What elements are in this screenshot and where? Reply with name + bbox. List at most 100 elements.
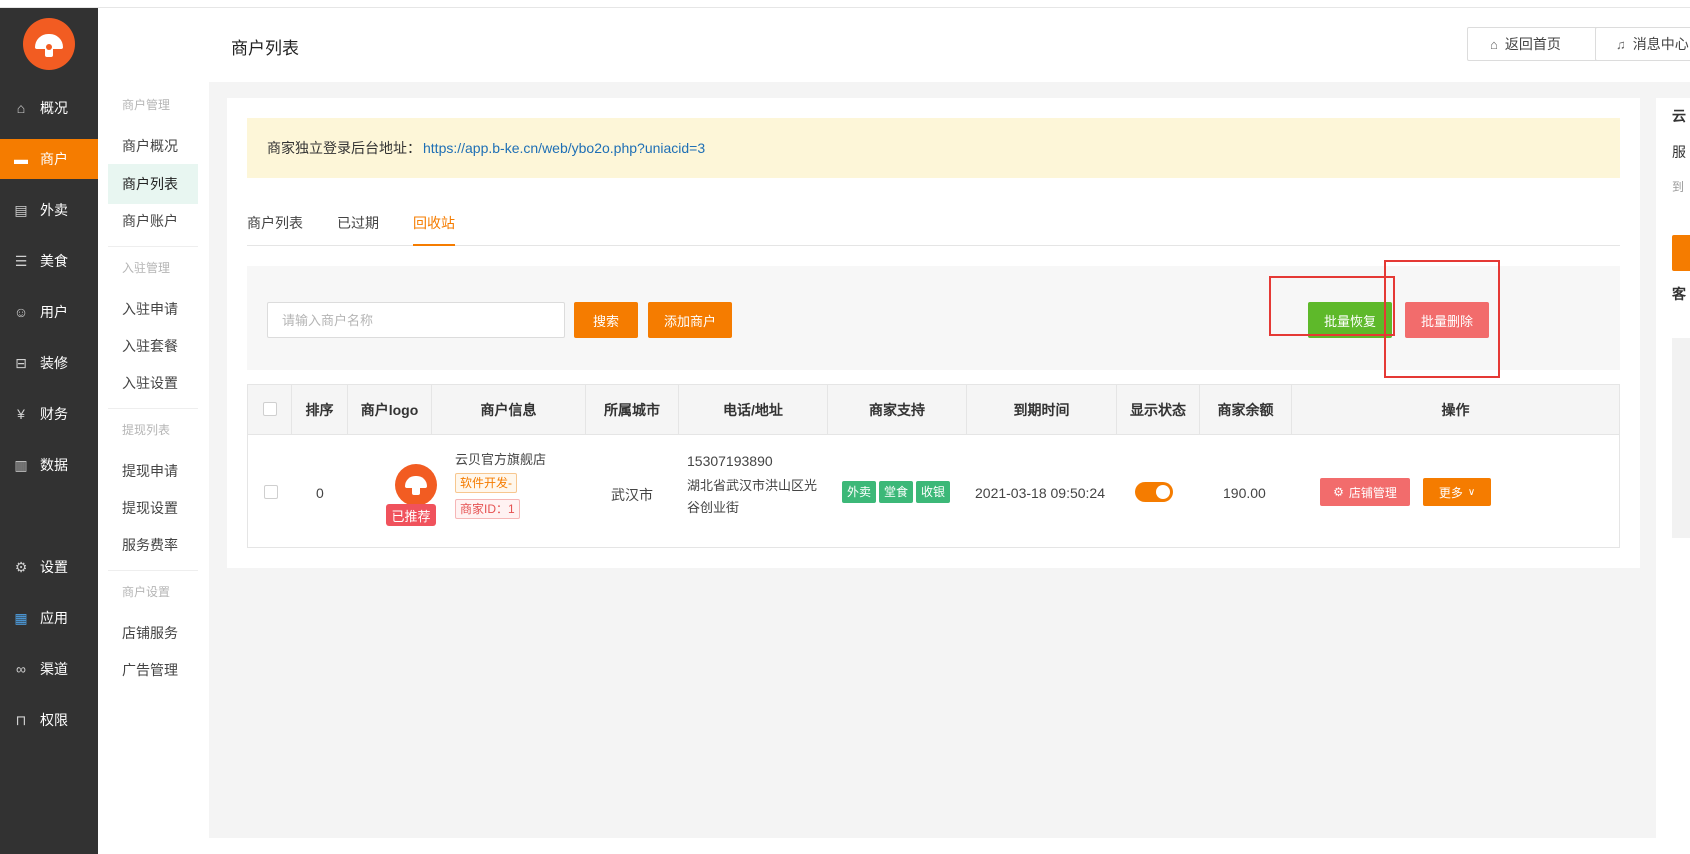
sidebar-item-label: 财务: [40, 406, 68, 422]
display-status-toggle[interactable]: [1135, 482, 1173, 502]
sidebar-item-merchant[interactable]: ▬ 商户: [0, 139, 98, 179]
header-checkbox-cell: [248, 385, 292, 435]
search-button[interactable]: 搜索: [574, 302, 638, 338]
home-icon: ⌂: [16, 100, 26, 116]
column-header-contact: 电话/地址: [679, 385, 828, 435]
sidebar-item-label: 应用: [40, 610, 68, 626]
sidebar-item-data[interactable]: ▥ 数据: [0, 445, 98, 485]
sidebar-item-finance[interactable]: ¥ 财务: [0, 394, 98, 434]
store-manage-button[interactable]: ⚙ 店铺管理: [1320, 478, 1410, 506]
subnav-item-merchant-account[interactable]: 商户账户: [108, 201, 198, 241]
sidebar-item-takeout[interactable]: ▤ 外卖: [0, 190, 98, 230]
more-dropdown-button[interactable]: 更多 ∨: [1423, 478, 1491, 506]
tab-expired[interactable]: 已过期: [337, 208, 379, 246]
subnav-item-package[interactable]: 入驻套餐: [108, 326, 198, 366]
row-sort: 0: [316, 485, 324, 501]
column-header-info: 商户信息: [432, 385, 586, 435]
highlight-box-delete: [1384, 260, 1500, 378]
sidebar-item-label: 外卖: [40, 202, 68, 218]
sidebar-item-overview[interactable]: ⌂ 概况: [0, 88, 98, 128]
subnav-item-store-service[interactable]: 店铺服务: [108, 613, 198, 653]
row-checkbox[interactable]: [264, 485, 278, 499]
right-panel-block: [1672, 338, 1690, 538]
merchant-address-line: 湖北省武汉市洪山区光: [687, 478, 818, 493]
message-center-button[interactable]: ♫ 消息中心: [1595, 27, 1690, 61]
tab-bar: 商户列表 已过期 回收站: [247, 208, 1620, 246]
column-header-city: 所属城市: [586, 385, 679, 435]
subnav-group-title: 提现列表: [122, 423, 171, 437]
filter-toolbar: 搜索 添加商户 批量恢复 批量删除: [247, 260, 1620, 378]
merchant-balance: 190.00: [1223, 485, 1266, 501]
chart-icon: ▥: [14, 456, 28, 473]
column-header-status: 显示状态: [1117, 385, 1200, 435]
subnav-item-overview[interactable]: 商户概况: [108, 126, 198, 166]
right-info-panel: 云 服 到 客: [1656, 98, 1690, 838]
sidebar-item-label: 渠道: [40, 661, 68, 677]
select-all-checkbox[interactable]: [263, 402, 277, 416]
sidebar-item-label: 概况: [40, 100, 68, 116]
sidebar-item-label: 设置: [40, 559, 68, 575]
column-header-sort[interactable]: 排序: [292, 385, 348, 435]
right-panel-button[interactable]: [1672, 235, 1690, 271]
subnav-divider: [108, 408, 198, 409]
sidebar-item-label: 权限: [40, 712, 68, 728]
sidebar-item-apps[interactable]: ▦ 应用: [0, 598, 98, 638]
support-tag-takeout: 外卖: [842, 481, 876, 503]
merchant-search-input[interactable]: [267, 302, 565, 338]
app-logo-icon[interactable]: [23, 18, 75, 70]
merchant-table: 排序 商户logo 商户信息 所属城市 电话/地址 商家支持 到期时间 显示状态…: [247, 384, 1620, 548]
sidebar-item-label: 装修: [40, 355, 68, 371]
login-url-notice: 商家独立登录后台地址： https://app.b-ke.cn/web/ybo2…: [247, 118, 1620, 178]
sidebar-item-label: 美食: [40, 253, 68, 269]
more-label: 更多: [1438, 485, 1463, 500]
sidebar-item-label: 用户: [40, 304, 68, 320]
tab-merchant-list[interactable]: 商户列表: [247, 208, 303, 246]
subnav-item-apply-settings[interactable]: 入驻设置: [108, 363, 198, 403]
lock-icon: ⊓: [15, 711, 27, 728]
merchant-phone: 15307193890: [687, 453, 773, 469]
page-title: 商户列表: [231, 39, 299, 58]
add-merchant-button[interactable]: 添加商户: [648, 302, 732, 338]
subnav-item-merchant-list[interactable]: 商户列表: [108, 164, 198, 204]
document-icon: ▤: [14, 201, 28, 218]
page-footer: [209, 838, 1690, 854]
merchant-name: 云贝官方旗舰店: [455, 452, 547, 467]
menu-icon: ☰: [14, 252, 28, 269]
merchant-address-line: 谷创业街: [687, 500, 740, 515]
sub-sidebar: 商户管理 商户概况 商户列表 商户账户 入驻管理 入驻申请 入驻套餐 入驻设置 …: [98, 8, 209, 854]
notice-label: 商家独立登录后台地址：: [267, 140, 421, 156]
recommended-badge: 已推荐: [386, 504, 436, 526]
sidebar-item-label: 商户: [40, 151, 68, 167]
column-header-actions: 操作: [1441, 402, 1470, 418]
right-panel-text: 服: [1672, 144, 1686, 160]
sidebar-item-decorate[interactable]: ⊟ 装修: [0, 343, 98, 383]
message-center-label: 消息中心: [1632, 36, 1689, 52]
notice-link[interactable]: https://app.b-ke.cn/web/ybo2o.php?uniaci…: [423, 140, 705, 156]
sidebar-item-food[interactable]: ☰ 美食: [0, 241, 98, 281]
subnav-divider: [108, 246, 198, 247]
subnav-item-ads[interactable]: 广告管理: [108, 650, 198, 690]
sidebar-item-users[interactable]: ☺ 用户: [0, 292, 98, 332]
back-home-label: 返回首页: [1504, 36, 1561, 52]
main-card: 商家独立登录后台地址： https://app.b-ke.cn/web/ybo2…: [227, 98, 1640, 568]
subnav-group-title: 商户设置: [122, 585, 171, 599]
sidebar-item-permission[interactable]: ⊓ 权限: [0, 700, 98, 740]
home-icon: ⌂: [1490, 36, 1498, 52]
subnav-item-service-rate[interactable]: 服务费率: [108, 525, 198, 565]
right-panel-text: 云: [1672, 108, 1686, 124]
store-manage-label: 店铺管理: [1348, 485, 1397, 500]
column-header-balance: 商家余额: [1200, 385, 1292, 435]
tab-recycle-bin[interactable]: 回收站: [413, 208, 455, 246]
expire-time: 2021-03-18 09:50:24: [975, 485, 1105, 501]
merchant-category-tag: 软件开发-: [455, 473, 517, 493]
table-header: 排序 商户logo 商户信息 所属城市 电话/地址 商家支持 到期时间 显示状态…: [248, 385, 1619, 435]
subnav-item-withdraw-apply[interactable]: 提现申请: [108, 451, 198, 491]
sidebar-item-channel[interactable]: ∞ 渠道: [0, 649, 98, 689]
sidebar-item-label: 数据: [40, 457, 68, 473]
subnav-item-apply[interactable]: 入驻申请: [108, 289, 198, 329]
subnav-item-withdraw-settings[interactable]: 提现设置: [108, 488, 198, 528]
link-icon: ∞: [16, 661, 26, 677]
page-header: 商户列表 ⌂ 返回首页 ♫ 消息中心: [209, 8, 1690, 82]
back-home-button[interactable]: ⌂ 返回首页: [1467, 27, 1607, 61]
sidebar-item-settings[interactable]: ⚙ 设置: [0, 547, 98, 587]
